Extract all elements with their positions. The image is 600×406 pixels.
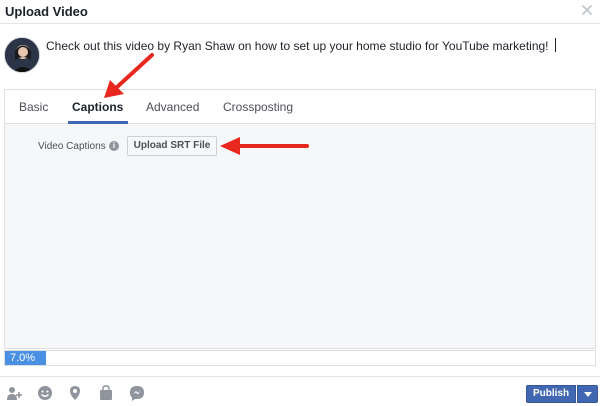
upload-progress-label: 7.0%: [10, 352, 36, 364]
dialog-footer: Publish: [0, 376, 600, 406]
feeling-icon[interactable]: [37, 385, 53, 401]
avatar: [4, 37, 40, 73]
tab-advanced[interactable]: Advanced: [146, 100, 199, 114]
video-captions-label: Video Captions: [38, 141, 106, 152]
tab-bar: Basic Captions Advanced Crossposting: [5, 90, 595, 124]
chevron-down-icon: [584, 392, 592, 397]
upload-progress-bar: 7.0%: [4, 350, 596, 366]
shopping-bag-icon[interactable]: [98, 385, 114, 401]
close-icon[interactable]: [580, 3, 594, 17]
tag-people-icon[interactable]: [6, 385, 22, 401]
dialog-header: Upload Video: [0, 0, 600, 24]
active-tab-indicator: [68, 121, 128, 124]
upload-srt-file-button[interactable]: Upload SRT File: [127, 136, 217, 156]
video-options-panel: Basic Captions Advanced Crossposting Vid…: [4, 89, 596, 349]
tab-captions[interactable]: Captions: [72, 100, 123, 114]
messenger-icon[interactable]: [129, 385, 145, 401]
location-icon[interactable]: [67, 385, 83, 401]
upload-video-dialog: Upload Video Check out this video by Rya…: [0, 0, 600, 406]
post-composer[interactable]: Check out this video by Ryan Shaw on how…: [0, 25, 600, 85]
post-text[interactable]: Check out this video by Ryan Shaw on how…: [46, 38, 556, 53]
publish-button-group: Publish: [526, 385, 598, 403]
publish-button[interactable]: Publish: [526, 385, 576, 403]
dialog-title: Upload Video: [5, 4, 88, 19]
text-caret: [554, 38, 556, 52]
tab-basic[interactable]: Basic: [19, 100, 48, 114]
tab-crossposting[interactable]: Crossposting: [223, 100, 293, 114]
info-icon[interactable]: i: [109, 141, 119, 151]
publish-options-dropdown[interactable]: [577, 385, 598, 403]
